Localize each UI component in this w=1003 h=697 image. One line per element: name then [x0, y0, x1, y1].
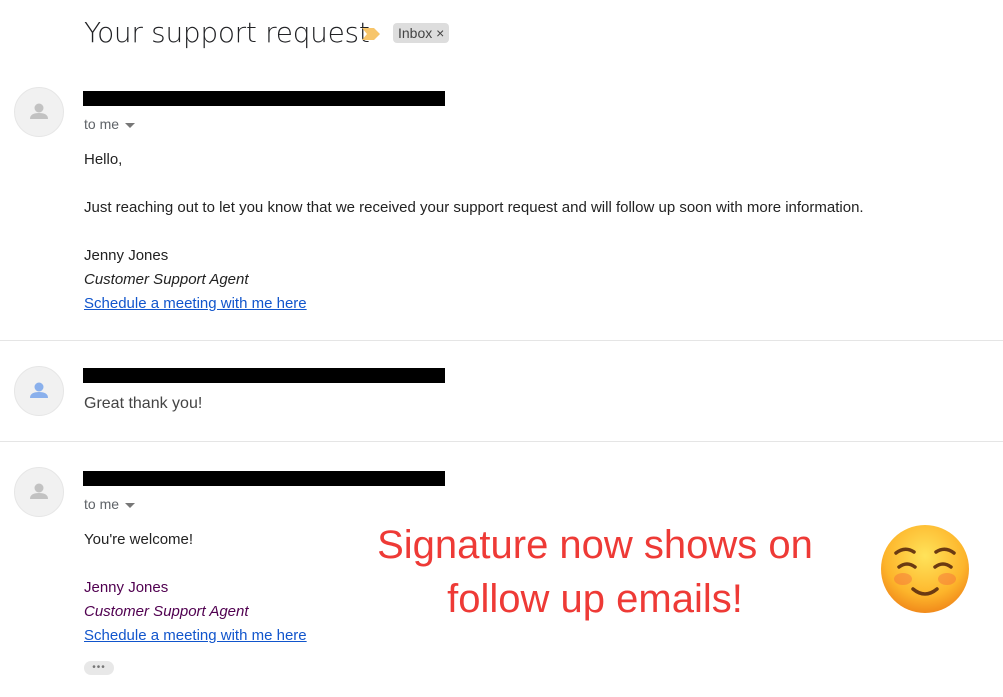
importance-marker-icon[interactable]	[361, 27, 381, 41]
divider	[0, 441, 1003, 442]
schedule-meeting-link[interactable]: Schedule a meeting with me here	[84, 624, 307, 648]
sender-avatar	[14, 467, 64, 517]
sender-avatar[interactable]	[14, 366, 64, 416]
paragraph: You're welcome!	[84, 531, 194, 548]
message-snippet[interactable]: Great thank you!	[84, 395, 202, 413]
signature-name: Jenny Jones	[84, 247, 169, 264]
recipient-text: to me	[84, 116, 120, 132]
show-trimmed-content-button[interactable]: •••	[84, 661, 114, 675]
person-icon	[30, 483, 48, 499]
divider	[0, 340, 1003, 341]
paragraph: Just reaching out to let you know that w…	[84, 199, 864, 216]
signature-title: Customer Support Agent	[84, 271, 249, 288]
redacted-sender	[83, 368, 445, 383]
caret-down-icon[interactable]	[125, 122, 136, 128]
signature-title: Customer Support Agent	[84, 603, 249, 620]
schedule-meeting-link[interactable]: Schedule a meeting with me here	[84, 292, 864, 316]
email-subject: Your support request	[84, 16, 370, 49]
recipient-text: to me	[84, 496, 120, 512]
redacted-sender	[83, 471, 445, 486]
person-icon	[30, 382, 48, 398]
message-body: Hello, Just reaching out to let you know…	[84, 148, 864, 316]
recipient-details[interactable]: to me	[84, 496, 136, 512]
inbox-label[interactable]: Inbox ×	[393, 23, 450, 43]
message-body: You're welcome! Jenny Jones Customer Sup…	[84, 528, 307, 648]
person-icon	[30, 103, 48, 119]
redacted-sender	[83, 91, 445, 106]
smiling-face-emoji-icon	[881, 525, 969, 613]
caret-down-icon[interactable]	[125, 502, 136, 508]
recipient-details[interactable]: to me	[84, 116, 136, 132]
label-text: Inbox	[398, 25, 433, 41]
signature-name: Jenny Jones	[84, 579, 169, 596]
remove-label-icon[interactable]: ×	[436, 25, 444, 41]
annotation-text: Signature now shows on follow up emails!	[377, 523, 813, 621]
greeting: Hello,	[84, 151, 123, 168]
sender-avatar	[14, 87, 64, 137]
